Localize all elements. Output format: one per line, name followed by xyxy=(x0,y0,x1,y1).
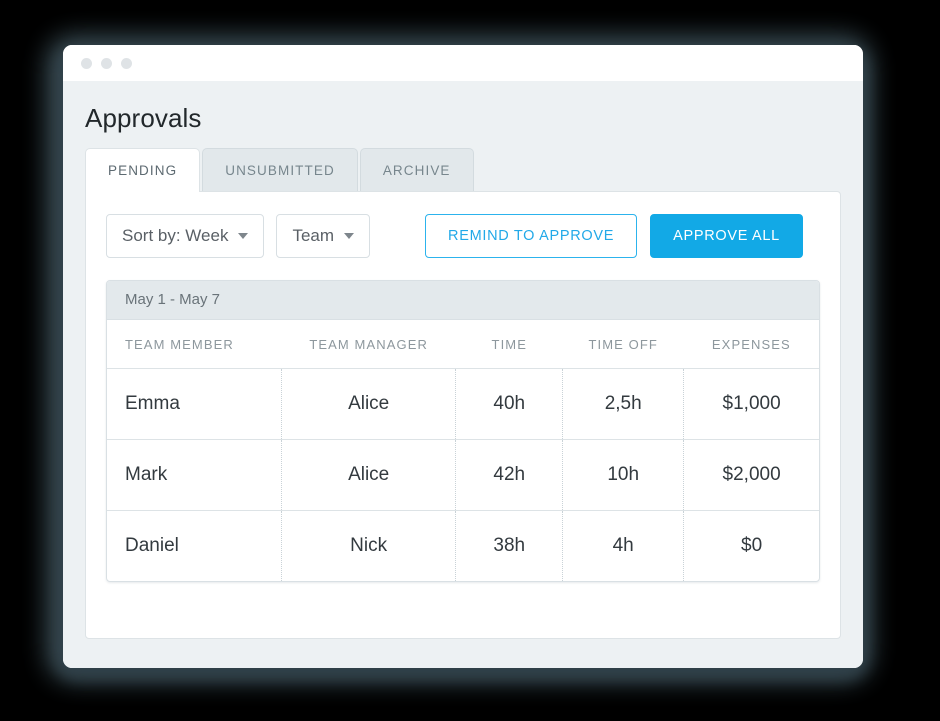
traffic-light-maximize-icon[interactable] xyxy=(121,57,132,69)
cell-team-member: Daniel xyxy=(125,535,179,556)
tab-pending-label: PENDING xyxy=(108,163,178,178)
cell-team-manager: Alice xyxy=(280,368,456,440)
table-body: Emma Alice 40h 2,5h $1,000 Mark Alice 42… xyxy=(107,368,819,581)
cell-time-off: 10h xyxy=(562,439,684,511)
tab-unsubmitted-label: UNSUBMITTED xyxy=(225,162,335,178)
approve-all-label: APPROVE ALL xyxy=(673,228,780,244)
cell-expenses: $2,000 xyxy=(683,439,819,511)
approvals-table-card: May 1 - May 7 TEAM MEMBER TEAM MANAGER T… xyxy=(106,280,820,582)
table-row[interactable]: Mark Alice 42h 10h $2,000 xyxy=(107,439,819,511)
column-header-expenses[interactable]: EXPENSES xyxy=(683,320,819,369)
table-head: TEAM MEMBER TEAM MANAGER TIME TIME OFF E… xyxy=(107,320,819,369)
cell-team-member: Emma xyxy=(107,368,282,440)
team-select-label: Team xyxy=(292,226,335,245)
cell-expenses: $0 xyxy=(683,510,819,581)
tab-archive-label: ARCHIVE xyxy=(382,162,451,178)
table-header-row: TEAM MEMBER TEAM MANAGER TIME TIME OFF E… xyxy=(107,320,819,369)
traffic-light-close-icon[interactable] xyxy=(81,57,92,69)
tab-unsubmitted[interactable]: UNSUBMITTED xyxy=(202,148,358,191)
page-title: Approvals xyxy=(85,103,202,133)
tab-pending[interactable]: PENDING xyxy=(85,148,201,192)
browser-titlebar xyxy=(63,45,863,81)
remind-to-approve-label: REMIND TO APPROVE xyxy=(448,228,615,244)
cell-expenses: $1,000 xyxy=(683,368,819,440)
cell-team-manager: Nick xyxy=(280,510,456,581)
chevron-down-icon xyxy=(238,233,249,239)
approve-all-button[interactable]: APPROVE ALL xyxy=(650,214,803,258)
screenshot-stage: Approvals PENDING UNSUBMITTED ARCHIVE So… xyxy=(0,0,940,721)
tab-bar: PENDING UNSUBMITTED ARCHIVE xyxy=(85,148,845,192)
date-range-header: May 1 - May 7 xyxy=(107,281,819,320)
sort-by-week-label: Sort by: Week xyxy=(122,226,229,245)
browser-window: Approvals PENDING UNSUBMITTED ARCHIVE So… xyxy=(63,45,863,668)
cell-team-member: Mark xyxy=(107,439,282,511)
column-header-time-off[interactable]: TIME OFF xyxy=(562,320,684,369)
sort-by-week-select[interactable]: Sort by: Week xyxy=(106,214,265,258)
app-content: Approvals PENDING UNSUBMITTED ARCHIVE So… xyxy=(63,81,863,668)
toolbar: Sort by: Week Team REMIND TO APPROVE APP… xyxy=(106,214,820,258)
cell-time-off: 4h xyxy=(562,510,684,581)
column-header-team-member[interactable]: TEAM MEMBER xyxy=(107,320,282,369)
chevron-down-icon xyxy=(344,233,355,239)
cell-time: 40h xyxy=(455,368,563,440)
remind-to-approve-button[interactable]: REMIND TO APPROVE xyxy=(425,214,638,258)
cell-team-manager: Alice xyxy=(280,439,456,511)
team-select[interactable]: Team xyxy=(276,214,371,258)
approvals-table: TEAM MEMBER TEAM MANAGER TIME TIME OFF E… xyxy=(107,320,819,581)
column-header-team-manager[interactable]: TEAM MANAGER xyxy=(281,320,456,369)
cell-time: 38h xyxy=(455,510,563,581)
tab-archive[interactable]: ARCHIVE xyxy=(359,148,474,191)
cell-time-off: 2,5h xyxy=(562,368,684,440)
table-row[interactable]: Emma Alice 40h 2,5h $1,000 xyxy=(107,368,819,440)
cell-time: 42h xyxy=(455,439,563,511)
tab-panel-pending: Sort by: Week Team REMIND TO APPROVE APP… xyxy=(85,191,841,639)
table-row[interactable]: Daniel Nick 38h 4h $0 xyxy=(107,510,819,581)
traffic-light-minimize-icon[interactable] xyxy=(101,57,112,69)
column-header-time[interactable]: TIME xyxy=(455,320,563,369)
